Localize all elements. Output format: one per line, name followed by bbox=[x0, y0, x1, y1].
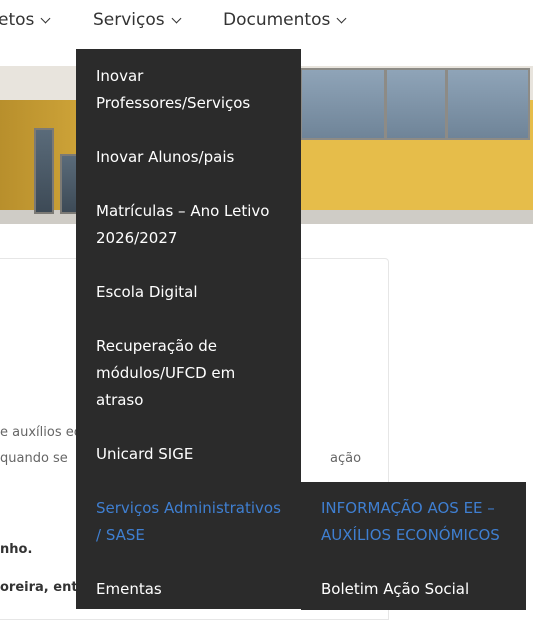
sase-submenu: INFORMAÇÃO AOS EE – AUXÍLIOS ECONÓMICOS … bbox=[301, 482, 526, 610]
menu-item-recuperacao-modulos[interactable]: Recuperação de módulos/UFCD em atraso bbox=[96, 333, 286, 414]
services-dropdown-menu: Inovar Professores/Serviços Inovar Aluno… bbox=[76, 49, 301, 609]
menu-item-servicos-administrativos[interactable]: Serviços Administrativos / SASE bbox=[96, 495, 286, 549]
nav-item-label: Serviços bbox=[93, 10, 165, 30]
chevron-down-icon bbox=[171, 13, 182, 23]
nav-item-label: Documentos bbox=[223, 10, 331, 30]
body-text: ação bbox=[330, 451, 362, 466]
menu-item-inovar-alunos[interactable]: Inovar Alunos/pais bbox=[96, 144, 286, 171]
chevron-down-icon bbox=[336, 13, 347, 23]
nav-item-servicos[interactable]: Serviços bbox=[93, 10, 182, 30]
nav-item-label: etos bbox=[0, 10, 35, 30]
body-text: e auxílios ec bbox=[0, 425, 81, 440]
submenu-item-boletim-acao-social[interactable]: Boletim Ação Social bbox=[321, 576, 516, 603]
top-navigation: etos Serviços Documentos bbox=[0, 0, 533, 44]
body-text: quando se bbox=[0, 451, 68, 466]
nav-item-documentos[interactable]: Documentos bbox=[223, 10, 347, 30]
menu-item-matriculas[interactable]: Matrículas – Ano Letivo 2026/2027 bbox=[96, 198, 286, 252]
body-text: nho. bbox=[0, 542, 33, 557]
menu-item-unicard-sige[interactable]: Unicard SIGE bbox=[96, 441, 286, 468]
submenu-item-auxilios-economicos[interactable]: INFORMAÇÃO AOS EE – AUXÍLIOS ECONÓMICOS bbox=[321, 495, 516, 549]
nav-item-projetos[interactable]: etos bbox=[0, 10, 51, 30]
menu-item-ementas[interactable]: Ementas bbox=[96, 576, 286, 603]
menu-item-escola-digital[interactable]: Escola Digital bbox=[96, 279, 286, 306]
menu-item-inovar-professores[interactable]: Inovar Professores/Serviços bbox=[96, 63, 286, 117]
chevron-down-icon bbox=[40, 13, 51, 23]
